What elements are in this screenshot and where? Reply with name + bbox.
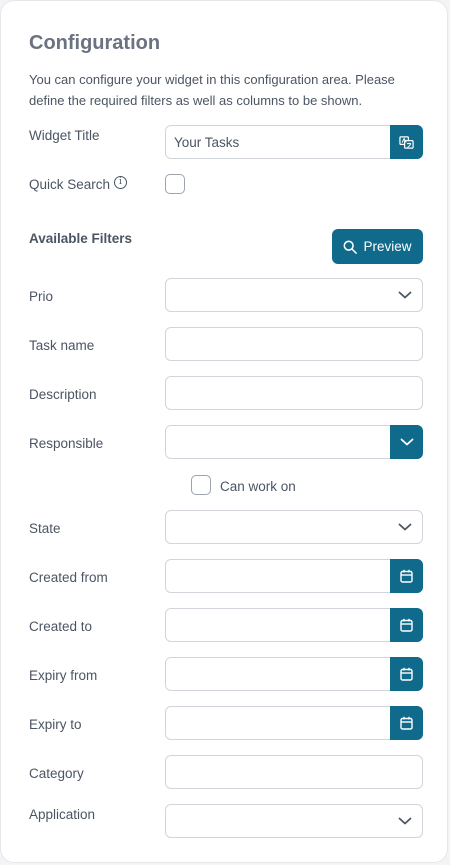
calendar-icon xyxy=(400,569,413,583)
expiry-from-input[interactable] xyxy=(165,657,423,691)
created-from-input[interactable] xyxy=(165,559,423,593)
category-label: Category xyxy=(29,766,84,781)
category-input[interactable] xyxy=(165,755,423,789)
state-select[interactable] xyxy=(165,510,423,544)
search-icon xyxy=(344,240,358,254)
quick-search-checkbox[interactable] xyxy=(165,174,185,194)
calendar-icon xyxy=(400,618,413,632)
application-select[interactable] xyxy=(165,804,423,838)
expiry-to-calendar-button[interactable] xyxy=(390,706,423,740)
task-name-label: Task name xyxy=(29,338,95,353)
expiry-from-label: Expiry from xyxy=(29,668,98,683)
preview-button[interactable]: Preview xyxy=(332,229,423,264)
preview-label: Preview xyxy=(363,239,412,254)
widget-title-field[interactable]: Your Tasks xyxy=(165,125,423,159)
task-name-input[interactable] xyxy=(165,327,423,361)
translate-button[interactable] xyxy=(390,125,423,159)
created-to-label: Created to xyxy=(29,619,93,634)
translate-icon xyxy=(399,135,414,149)
prio-label: Prio xyxy=(29,289,54,304)
expiry-to-input[interactable] xyxy=(165,706,423,740)
created-to-calendar-button[interactable] xyxy=(390,608,423,642)
chevron-down-icon xyxy=(400,438,413,446)
description-input[interactable] xyxy=(165,376,423,410)
quick-search-label: Quick Search xyxy=(29,177,111,192)
widget-title-label: Widget Title xyxy=(29,128,100,143)
responsible-select[interactable] xyxy=(165,425,423,459)
calendar-icon xyxy=(400,667,413,681)
created-from-label: Created from xyxy=(29,570,108,585)
prio-select[interactable] xyxy=(165,278,423,312)
expiry-from-calendar-button[interactable] xyxy=(390,657,423,691)
calendar-icon xyxy=(400,716,413,730)
created-from-calendar-button[interactable] xyxy=(390,559,423,593)
widget-title-value: Your Tasks xyxy=(174,135,240,150)
page-description: You can configure your widget in this co… xyxy=(29,72,395,108)
responsible-label: Responsible xyxy=(29,436,104,451)
created-to-input[interactable] xyxy=(165,608,423,642)
page-title: Configuration xyxy=(29,32,161,54)
can-work-on-checkbox[interactable] xyxy=(191,475,211,495)
state-label: State xyxy=(29,521,61,536)
available-filters-heading: Available Filters xyxy=(29,231,133,246)
info-icon[interactable]: i xyxy=(114,176,127,189)
responsible-dropdown-button[interactable] xyxy=(390,425,423,459)
chevron-down-icon xyxy=(398,817,412,825)
chevron-down-icon xyxy=(398,523,412,531)
configuration-panel: Configuration You can configure your wid… xyxy=(0,0,448,863)
can-work-on-label: Can work on xyxy=(220,479,296,494)
expiry-to-label: Expiry to xyxy=(29,717,82,732)
description-label: Description xyxy=(29,387,97,402)
chevron-down-icon xyxy=(398,291,412,299)
application-label: Application xyxy=(29,807,96,822)
